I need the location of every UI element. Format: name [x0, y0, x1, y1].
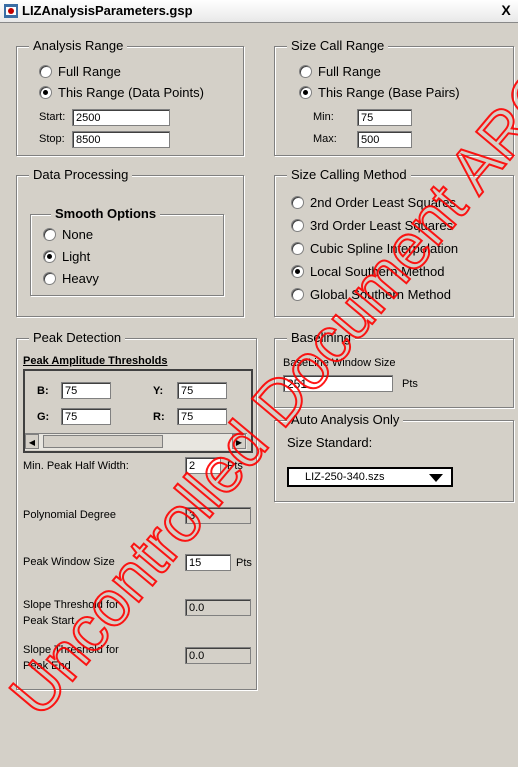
analysis-this-range-radio[interactable]: This Range (Data Points)	[39, 85, 204, 100]
app-icon	[4, 4, 18, 18]
auto-analysis-legend: Auto Analysis Only	[287, 412, 404, 427]
analysis-range-legend: Analysis Range	[29, 38, 128, 53]
radio-icon	[291, 288, 304, 301]
baseline-window-unit: Pts	[402, 378, 418, 390]
slope-end-label-1: Slope Threshold for	[23, 644, 119, 656]
r-label: R:	[153, 411, 165, 423]
radio-icon	[43, 272, 56, 285]
baselining-legend: Baselining	[287, 330, 355, 345]
radio-selected-icon	[299, 86, 312, 99]
smooth-light-radio[interactable]: Light	[43, 249, 90, 264]
slope-start-input[interactable]: 0.0	[185, 599, 251, 616]
size-calling-method-group: Size Calling Method 2nd Order Least Squa…	[274, 167, 514, 317]
start-input[interactable]: 2500	[72, 109, 170, 126]
size-standard-value: LIZ-250-340.szs	[305, 471, 385, 483]
size-this-range-radio[interactable]: This Range (Base Pairs)	[299, 85, 460, 100]
method-global-southern-radio[interactable]: Global Southern Method	[291, 287, 451, 302]
baseline-window-input[interactable]: 251	[283, 375, 393, 392]
start-label: Start:	[39, 111, 66, 123]
radio-icon	[39, 65, 52, 78]
poly-degree-input[interactable]: 3	[185, 507, 251, 524]
peak-detection-legend: Peak Detection	[29, 330, 126, 345]
min-input[interactable]: 75	[357, 109, 412, 126]
peak-detection-group: Peak Detection Peak Amplitude Thresholds…	[16, 330, 257, 690]
half-width-label: Min. Peak Half Width:	[23, 460, 129, 472]
title-bar: LIZAnalysisParameters.gsp X	[0, 0, 518, 23]
analysis-range-group: Analysis Range Full Range This Range (Da…	[16, 38, 244, 156]
peak-window-unit: Pts	[236, 557, 252, 569]
peak-thresholds-label: Peak Amplitude Thresholds	[23, 355, 168, 367]
radio-icon	[299, 65, 312, 78]
g-label: G:	[37, 411, 50, 423]
b-threshold-input[interactable]: 75	[61, 382, 111, 399]
baselining-group: Baselining BaseLine Window Size 251 Pts	[274, 330, 514, 408]
b-label: B:	[37, 385, 49, 397]
peak-window-input[interactable]: 15	[185, 554, 231, 571]
size-call-range-legend: Size Call Range	[287, 38, 389, 53]
dropdown-arrow-icon	[429, 474, 443, 482]
smooth-heavy-radio[interactable]: Heavy	[43, 271, 99, 286]
radio-icon	[43, 228, 56, 241]
analysis-full-range-radio[interactable]: Full Range	[39, 64, 121, 79]
half-width-input[interactable]: 2	[185, 457, 221, 474]
y-threshold-input[interactable]: 75	[177, 382, 227, 399]
thresholds-scrollbar[interactable]: ◀ ▶	[25, 433, 247, 450]
thresholds-panel: B: 75 Y: 75 G: 75 R: 75 ◀ ▶	[23, 369, 253, 453]
scroll-left-button[interactable]: ◀	[25, 434, 39, 449]
data-processing-group: Data Processing Smooth Options None Ligh…	[16, 167, 244, 317]
r-threshold-input[interactable]: 75	[177, 408, 227, 425]
slope-end-label-2: Peak End	[23, 660, 71, 672]
max-input[interactable]: 500	[357, 131, 412, 148]
stop-label: Stop:	[39, 133, 65, 145]
max-label: Max:	[313, 133, 337, 145]
poly-degree-label: Polynomial Degree	[23, 509, 116, 521]
method-cubic-spline-radio[interactable]: Cubic Spline Interpolation	[291, 241, 458, 256]
g-threshold-input[interactable]: 75	[61, 408, 111, 425]
method-local-southern-radio[interactable]: Local Southern Method	[291, 264, 444, 279]
method-3rd-order-radio[interactable]: 3rd Order Least Squares	[291, 218, 453, 233]
auto-analysis-group: Auto Analysis Only Size Standard: LIZ-25…	[274, 412, 514, 502]
size-full-range-radio[interactable]: Full Range	[299, 64, 381, 79]
scroll-right-button[interactable]: ▶	[232, 434, 246, 449]
scroll-thumb[interactable]	[43, 435, 163, 448]
stop-input[interactable]: 8500	[72, 131, 170, 148]
method-2nd-order-radio[interactable]: 2nd Order Least Squares	[291, 195, 456, 210]
smooth-options-group: Smooth Options None Light Heavy	[30, 206, 224, 296]
slope-start-label-2: Peak Start	[23, 615, 75, 627]
smooth-none-radio[interactable]: None	[43, 227, 93, 242]
size-call-range-group: Size Call Range Full Range This Range (B…	[274, 38, 514, 156]
min-label: Min:	[313, 111, 334, 123]
slope-end-input[interactable]: 0.0	[185, 647, 251, 664]
slope-start-label-1: Slope Threshold for	[23, 599, 119, 611]
radio-icon	[291, 196, 304, 209]
half-width-unit: Pts	[227, 460, 243, 472]
radio-selected-icon	[43, 250, 56, 263]
size-standard-label: Size Standard:	[287, 435, 373, 450]
radio-selected-icon	[39, 86, 52, 99]
radio-icon	[291, 242, 304, 255]
size-calling-method-legend: Size Calling Method	[287, 167, 411, 182]
radio-icon	[291, 219, 304, 232]
window-title: LIZAnalysisParameters.gsp	[22, 3, 193, 18]
y-label: Y:	[153, 385, 164, 397]
peak-window-label: Peak Window Size	[23, 556, 115, 568]
radio-selected-icon	[291, 265, 304, 278]
baseline-window-label: BaseLine Window Size	[283, 357, 396, 369]
data-processing-legend: Data Processing	[29, 167, 133, 182]
close-button[interactable]: X	[497, 1, 515, 19]
size-standard-dropdown[interactable]: LIZ-250-340.szs	[287, 467, 453, 487]
smooth-options-legend: Smooth Options	[51, 206, 161, 221]
